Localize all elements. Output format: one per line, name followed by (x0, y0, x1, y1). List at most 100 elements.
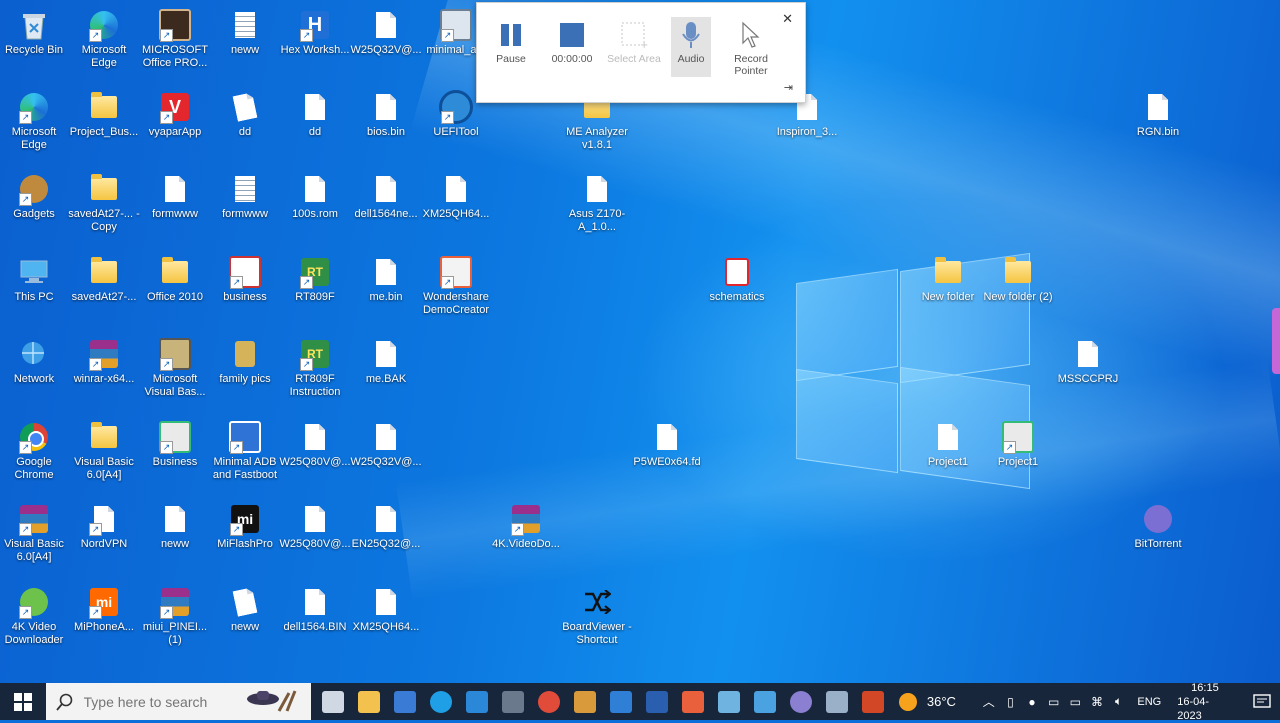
desktop-icon[interactable]: VvyaparApp (139, 90, 211, 139)
desktop-icon[interactable]: mi MiFlashPro (209, 502, 281, 551)
taskbar-app-bittorrent[interactable] (783, 683, 819, 720)
desktop-icon[interactable]: W25Q80V@... (279, 502, 351, 551)
desktop-icon[interactable]: mi MiPhoneA... (68, 585, 140, 634)
taskbar-app-notepad-app[interactable] (711, 683, 747, 720)
chevron-up-icon[interactable]: ︿ (978, 693, 1000, 710)
taskbar-app-mail[interactable] (459, 683, 495, 720)
network-icon[interactable]: ⌘ (1086, 695, 1108, 709)
desktop-icon[interactable]: XM25QH64... (420, 172, 492, 221)
desktop-icon[interactable]: formwww (209, 172, 281, 221)
desktop-icon[interactable]: W25Q32V@... (350, 8, 422, 57)
desktop-icon[interactable]: H Hex Worksh... (279, 8, 351, 57)
desktop-icon[interactable]: miui_PINEI... (1) (139, 585, 211, 647)
taskbar-app-chrome[interactable] (531, 683, 567, 720)
taskbar-app-edge[interactable] (423, 683, 459, 720)
desktop-icon[interactable]: RGN.bin (1122, 90, 1194, 139)
pause-button[interactable]: Pause (482, 17, 540, 79)
taskbar-app-vscode-like[interactable] (603, 683, 639, 720)
taskbar-search[interactable] (45, 683, 311, 720)
desktop-icon[interactable]: New folder (2) (982, 255, 1054, 304)
desktop-icon[interactable]: bios.bin (350, 90, 422, 139)
taskbar-app-calculator[interactable] (495, 683, 531, 720)
taskbar-app-task-view[interactable] (315, 683, 351, 720)
taskbar-app-file-explorer[interactable] (351, 683, 387, 720)
desktop-icon[interactable]: dd (279, 90, 351, 139)
desktop-icon[interactable]: dd (209, 90, 281, 139)
desktop-icon[interactable]: RT RT809F (279, 255, 351, 304)
taskbar-app-remote-app[interactable] (747, 683, 783, 720)
notifications-button[interactable] (1245, 693, 1280, 710)
taskbar-app-powerpoint[interactable] (855, 683, 891, 720)
desktop-icon[interactable]: Wondershare DemoCreator (420, 255, 492, 317)
desktop-icon[interactable]: neww (139, 502, 211, 551)
desktop-icon[interactable]: savedAt27-... - Copy (68, 172, 140, 234)
pin-icon[interactable]: ⇥ (784, 81, 793, 94)
desktop-icon[interactable]: This PC (0, 255, 70, 304)
language-indicator[interactable]: ENG (1137, 696, 1161, 708)
record-pointer-button[interactable]: Record Pointer (722, 17, 780, 79)
volume-icon[interactable]: 🔈︎ (1108, 694, 1130, 709)
desktop-icon[interactable]: MICROSOFT Office PRO... (139, 8, 211, 70)
desktop-icon[interactable]: Microsoft Edge (0, 90, 70, 152)
weather-widget[interactable]: 36°C (891, 683, 964, 720)
desktop-icon[interactable]: Business (139, 420, 211, 469)
desktop-icon[interactable]: formwww (139, 172, 211, 221)
desktop-icon[interactable]: 4K Video Downloader (0, 585, 70, 647)
stop-button[interactable]: 00:00:00 (543, 17, 601, 79)
start-button[interactable] (0, 683, 46, 720)
display-icon[interactable]: ▭ (1043, 695, 1065, 709)
desktop-icon[interactable]: neww (209, 585, 281, 634)
desktop-icon[interactable]: EN25Q32@... (350, 502, 422, 551)
battery-icon[interactable]: ▭ (1064, 695, 1086, 709)
desktop-icon[interactable]: BitTorrent (1122, 502, 1194, 551)
desktop-icon[interactable]: Project1 (982, 420, 1054, 469)
desktop-icon[interactable]: BoardViewer - Shortcut (561, 585, 633, 647)
taskbar-app-network-app[interactable] (819, 683, 855, 720)
desktop-icon[interactable]: MSSCCPRJ (1052, 337, 1124, 386)
desktop-icon[interactable]: Project1 (912, 420, 984, 469)
desktop-icon[interactable]: XM25QH64... (350, 585, 422, 634)
desktop-icon[interactable]: Google Chrome (0, 420, 70, 482)
desktop-icon[interactable]: Visual Basic 6.0[A4] (0, 502, 70, 564)
desktop-icon[interactable]: Network (0, 337, 70, 386)
desktop-icon[interactable]: 100s.rom (279, 172, 351, 221)
audio-button[interactable]: Audio (671, 17, 711, 77)
desktop-icon[interactable]: Microsoft Edge (68, 8, 140, 70)
desktop-icon[interactable]: Asus Z170-A_1.0... (561, 172, 633, 234)
desktop-icon[interactable]: dell1564ne... (350, 172, 422, 221)
taskbar-app-itc-app[interactable] (639, 683, 675, 720)
desktop-icon[interactable]: RTRT809F Instruction (279, 337, 351, 399)
desktop-icon[interactable]: NordVPN (68, 502, 140, 551)
desktop-icon[interactable]: P5WE0x64.fd (631, 420, 703, 469)
phone-link-icon[interactable]: ▯ (1000, 695, 1022, 709)
desktop-icon[interactable]: Project_Bus... (68, 90, 140, 139)
desktop-icon[interactable]: business (209, 255, 281, 304)
clock[interactable]: 16:15 16-04-2023 (1177, 681, 1232, 723)
desktop-icon[interactable]: 4K.VideoDo... (490, 502, 562, 551)
search-input[interactable] (81, 692, 256, 711)
desktop-icon[interactable]: Gadgets (0, 172, 70, 221)
taskbar-app-4k-app[interactable] (567, 683, 603, 720)
select-area-button[interactable]: + Select Area (605, 17, 663, 79)
desktop-icon[interactable]: neww (209, 8, 281, 57)
desktop-icon[interactable]: Recycle Bin (0, 8, 70, 57)
side-handle[interactable] (1272, 308, 1280, 374)
desktop-icon[interactable]: me.BAK (350, 337, 422, 386)
desktop-icon[interactable]: New folder (912, 255, 984, 304)
taskbar-app-microsoft-store[interactable] (387, 683, 423, 720)
close-icon[interactable]: ✕ (782, 11, 793, 27)
desktop-icon[interactable]: winrar-x64... (68, 337, 140, 386)
desktop-icon[interactable]: Microsoft Visual Bas... (139, 337, 211, 399)
desktop-icon[interactable]: W25Q80V@... (279, 420, 351, 469)
microphone-icon[interactable]: ● (1021, 695, 1043, 709)
desktop-icon[interactable]: family pics (209, 337, 281, 386)
desktop-icon[interactable]: me.bin (350, 255, 422, 304)
desktop-icon[interactable]: Minimal ADB and Fastboot (209, 420, 281, 482)
desktop-icon[interactable]: Visual Basic 6.0[A4] (68, 420, 140, 482)
desktop-icon[interactable]: Office 2010 (139, 255, 211, 304)
desktop-icon[interactable]: dell1564.BIN (279, 585, 351, 634)
desktop-icon[interactable]: W25Q32V@... (350, 420, 422, 469)
desktop-icon[interactable]: savedAt27-... (68, 255, 140, 304)
desktop-icon[interactable]: schematics (701, 255, 773, 304)
taskbar-app-democreator[interactable] (675, 683, 711, 720)
